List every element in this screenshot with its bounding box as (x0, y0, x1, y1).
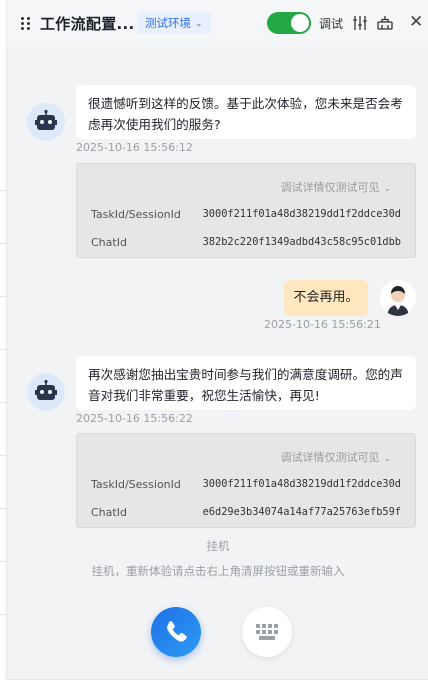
env-select[interactable]: 测试环境 ⌄ (137, 12, 211, 34)
call-button[interactable] (151, 607, 201, 657)
chat-id-value: e6d29e3b34074a14af77a25763efb59f (202, 506, 401, 518)
chevron-down-icon: ⌄ (195, 19, 203, 29)
debug-row-task: TaskId/SessionId 3000f211f01a48d38219dd1… (91, 208, 401, 224)
message-timestamp: 2025-10-16 15:56:22 (76, 412, 193, 425)
phone-icon (167, 621, 187, 642)
task-id-value: 3000f211f01a48d38219dd1f2ddce30d (202, 208, 401, 220)
system-hangup-notice: 挂机 (206, 539, 230, 553)
user-avatar (380, 280, 416, 316)
system-hint: 挂机，重新体验请点击右上角清屏按钮或重新输入 (91, 564, 345, 578)
chat-id-value: 382b2c220f1349adbd43c58c95c01dbb (202, 236, 401, 248)
equalizer-icon[interactable] (351, 14, 369, 32)
debug-details-title: 调试详情仅测试可见 (280, 451, 380, 464)
bot-avatar (27, 103, 65, 141)
debug-details-toggle[interactable]: 调试详情仅测试可见 ⌄ (280, 179, 391, 195)
clear-screen-icon[interactable] (376, 14, 394, 32)
debug-row-chat: ChatId e6d29e3b34074a14af77a25763efb59f (91, 506, 401, 522)
bot-message-bubble: 再次感谢您抽出宝贵时间参与我们的满意度调研。您的声音对我们非常重要，祝您生活愉快… (76, 356, 416, 410)
user-message-bubble: 不会再用。 (284, 280, 368, 316)
keypad-button[interactable] (242, 607, 292, 657)
debug-label: 调试 (319, 17, 344, 31)
debug-row-task: TaskId/SessionId 3000f211f01a48d38219dd1… (91, 478, 401, 494)
debug-details-panel: 调试详情仅测试可见 ⌄ TaskId/SessionId 3000f211f01a… (76, 433, 416, 528)
env-select-label: 测试环境 (145, 16, 191, 30)
debug-details-panel: 调试详情仅测试可见 ⌄ TaskId/SessionId 3000f211f01a… (76, 163, 416, 258)
message-timestamp: 2025-10-16 15:56:21 (264, 318, 381, 331)
robot-icon (35, 109, 57, 130)
task-id-value: 3000f211f01a48d38219dd1f2ddce30d (202, 478, 401, 490)
debug-details-toggle[interactable]: 调试详情仅测试可见 ⌄ (280, 449, 391, 465)
bot-avatar (27, 373, 65, 411)
debug-details-title: 调试详情仅测试可见 (280, 181, 380, 194)
workflow-title: 工作流配置... (40, 15, 135, 33)
debug-toggle[interactable] (267, 12, 311, 34)
bot-message-bubble: 很遗憾听到这样的反馈。基于此次体验，您未来是否会考虑再次使用我们的服务? (76, 85, 416, 139)
keypad-icon (256, 624, 278, 640)
drag-handle-icon[interactable] (21, 17, 31, 30)
app-frame: 工作流配置... 测试环境 ⌄ 调试 ✕ 很遗憾听到这样的反馈。基于此次体验，您未… (0, 0, 428, 686)
chevron-down-icon: ⌄ (383, 184, 391, 194)
close-icon[interactable]: ✕ (409, 12, 423, 32)
task-id-label: TaskId/SessionId (91, 208, 181, 221)
chevron-down-icon: ⌄ (383, 454, 391, 464)
debug-row-chat: ChatId 382b2c220f1349adbd43c58c95c01dbb (91, 236, 401, 252)
chat-id-label: ChatId (91, 236, 127, 249)
robot-icon (35, 379, 57, 400)
task-id-label: TaskId/SessionId (91, 478, 181, 491)
message-timestamp: 2025-10-16 15:56:12 (76, 141, 193, 154)
chat-id-label: ChatId (91, 506, 127, 519)
chat-panel: 工作流配置... 测试环境 ⌄ 调试 ✕ 很遗憾听到这样的反馈。基于此次体验，您未… (6, 0, 428, 680)
panel-header: 工作流配置... 测试环境 ⌄ 调试 ✕ (7, 0, 428, 46)
